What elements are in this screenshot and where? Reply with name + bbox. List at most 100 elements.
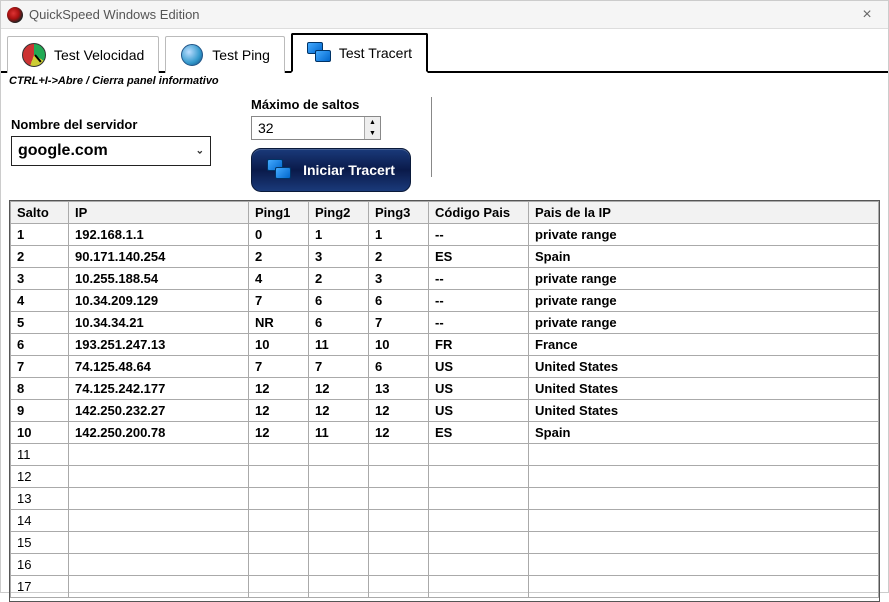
table-row[interactable]: 16 bbox=[11, 554, 879, 576]
table-row[interactable]: 14 bbox=[11, 510, 879, 532]
cell-p3 bbox=[369, 444, 429, 466]
cell-p1: 10 bbox=[249, 334, 309, 356]
window-title: QuickSpeed Windows Edition bbox=[29, 7, 852, 22]
table-row[interactable]: 1192.168.1.1011--private range bbox=[11, 224, 879, 246]
cell-salto: 13 bbox=[11, 488, 69, 510]
cell-salto: 9 bbox=[11, 400, 69, 422]
cell-pais: private range bbox=[529, 290, 879, 312]
server-value: google.com bbox=[18, 142, 108, 160]
chevron-down-icon: ⌄ bbox=[196, 146, 204, 157]
cell-p3: 12 bbox=[369, 422, 429, 444]
cell-pais: private range bbox=[529, 268, 879, 290]
table-row[interactable]: 510.34.34.21NR67--private range bbox=[11, 312, 879, 334]
table-row[interactable]: 17 bbox=[11, 576, 879, 598]
col-ping2[interactable]: Ping2 bbox=[309, 202, 369, 224]
cell-p3 bbox=[369, 532, 429, 554]
tab-label: Test Tracert bbox=[339, 45, 412, 61]
cell-ip: 142.250.232.27 bbox=[69, 400, 249, 422]
tab-label: Test Velocidad bbox=[54, 47, 144, 63]
cell-salto: 3 bbox=[11, 268, 69, 290]
results-grid[interactable]: Salto IP Ping1 Ping2 Ping3 Código Pais P… bbox=[9, 200, 880, 602]
hops-value: 32 bbox=[258, 120, 274, 136]
cell-p3 bbox=[369, 576, 429, 598]
cell-cod bbox=[429, 576, 529, 598]
cell-ip bbox=[69, 466, 249, 488]
table-row[interactable]: 9142.250.232.27121212USUnited States bbox=[11, 400, 879, 422]
col-ping3[interactable]: Ping3 bbox=[369, 202, 429, 224]
col-ping1[interactable]: Ping1 bbox=[249, 202, 309, 224]
titlebar: QuickSpeed Windows Edition × bbox=[1, 1, 888, 29]
cell-salto: 10 bbox=[11, 422, 69, 444]
cell-p2: 7 bbox=[309, 356, 369, 378]
start-tracert-button[interactable]: Iniciar Tracert bbox=[251, 148, 411, 192]
table-row[interactable]: 11 bbox=[11, 444, 879, 466]
cell-pais: United States bbox=[529, 378, 879, 400]
cell-pais: Spain bbox=[529, 246, 879, 268]
table-row[interactable]: 10142.250.200.78121112ESSpain bbox=[11, 422, 879, 444]
cell-pais bbox=[529, 488, 879, 510]
spinner-down-icon[interactable]: ▼ bbox=[365, 128, 380, 139]
table-row[interactable]: 290.171.140.254232ESSpain bbox=[11, 246, 879, 268]
cell-cod: ES bbox=[429, 246, 529, 268]
cell-p3: 6 bbox=[369, 290, 429, 312]
cell-pais: United States bbox=[529, 356, 879, 378]
table-row[interactable]: 310.255.188.54423--private range bbox=[11, 268, 879, 290]
cell-ip bbox=[69, 444, 249, 466]
cell-cod bbox=[429, 532, 529, 554]
cell-ip bbox=[69, 576, 249, 598]
tab-velocidad[interactable]: Test Velocidad bbox=[7, 36, 159, 73]
cell-ip bbox=[69, 488, 249, 510]
cell-cod: -- bbox=[429, 224, 529, 246]
cell-p1 bbox=[249, 532, 309, 554]
cell-salto: 11 bbox=[11, 444, 69, 466]
cell-ip: 10.255.188.54 bbox=[69, 268, 249, 290]
table-row[interactable]: 15 bbox=[11, 532, 879, 554]
cell-p3: 2 bbox=[369, 246, 429, 268]
cell-p2: 12 bbox=[309, 400, 369, 422]
table-row[interactable]: 13 bbox=[11, 488, 879, 510]
cell-ip: 193.251.247.13 bbox=[69, 334, 249, 356]
cell-pais: Spain bbox=[529, 422, 879, 444]
tab-tracert[interactable]: Test Tracert bbox=[291, 33, 428, 73]
cell-p2: 12 bbox=[309, 378, 369, 400]
cell-p1: 2 bbox=[249, 246, 309, 268]
cell-p3 bbox=[369, 466, 429, 488]
col-salto[interactable]: Salto bbox=[11, 202, 69, 224]
dial-icon bbox=[22, 43, 46, 67]
close-button[interactable]: × bbox=[852, 6, 882, 24]
cell-p3: 3 bbox=[369, 268, 429, 290]
col-codigo[interactable]: Código Pais bbox=[429, 202, 529, 224]
cell-p3: 12 bbox=[369, 400, 429, 422]
cell-p1: 0 bbox=[249, 224, 309, 246]
col-pais[interactable]: Pais de la IP bbox=[529, 202, 879, 224]
cell-p2 bbox=[309, 488, 369, 510]
cell-ip bbox=[69, 532, 249, 554]
cell-cod bbox=[429, 466, 529, 488]
cell-p3: 7 bbox=[369, 312, 429, 334]
cell-p1: 12 bbox=[249, 378, 309, 400]
cell-p2: 1 bbox=[309, 224, 369, 246]
table-row[interactable]: 874.125.242.177121213USUnited States bbox=[11, 378, 879, 400]
cell-cod bbox=[429, 488, 529, 510]
cell-p2: 3 bbox=[309, 246, 369, 268]
cell-p2: 2 bbox=[309, 268, 369, 290]
table-row[interactable]: 410.34.209.129766--private range bbox=[11, 290, 879, 312]
spinner-up-icon[interactable]: ▲ bbox=[365, 117, 380, 128]
col-ip[interactable]: IP bbox=[69, 202, 249, 224]
hops-spinner[interactable]: 32 ▲ ▼ bbox=[251, 116, 381, 140]
server-combo[interactable]: google.com ⌄ bbox=[11, 136, 211, 166]
cell-p1 bbox=[249, 510, 309, 532]
cell-cod: US bbox=[429, 356, 529, 378]
table-row[interactable]: 774.125.48.64776USUnited States bbox=[11, 356, 879, 378]
cell-p3 bbox=[369, 510, 429, 532]
cell-pais: United States bbox=[529, 400, 879, 422]
tab-ping[interactable]: Test Ping bbox=[165, 36, 285, 73]
cell-pais: France bbox=[529, 334, 879, 356]
cell-ip: 74.125.242.177 bbox=[69, 378, 249, 400]
cell-p1: 12 bbox=[249, 422, 309, 444]
cell-salto: 1 bbox=[11, 224, 69, 246]
table-row[interactable]: 6193.251.247.13101110FRFrance bbox=[11, 334, 879, 356]
cell-salto: 8 bbox=[11, 378, 69, 400]
cell-p2: 6 bbox=[309, 312, 369, 334]
table-row[interactable]: 12 bbox=[11, 466, 879, 488]
